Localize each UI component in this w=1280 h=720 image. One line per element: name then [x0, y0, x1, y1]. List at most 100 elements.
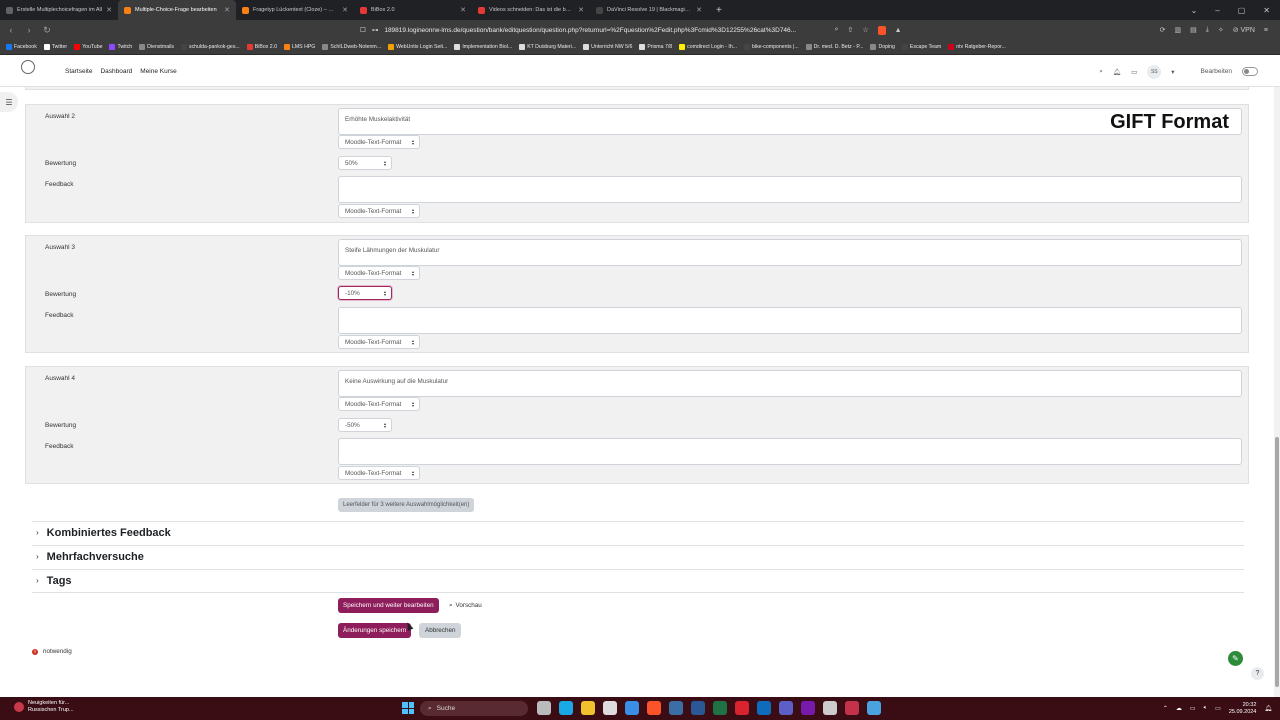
feedback-format-select[interactable]: Moodle-Text-Format: [338, 466, 420, 480]
maximize-icon[interactable]: ▢: [1238, 6, 1246, 15]
answer-text-editor[interactable]: Steife Lähmungen der Muskulatur: [338, 239, 1242, 266]
course-index-drawer-icon[interactable]: ☰: [0, 92, 18, 112]
answer-format-select[interactable]: Moodle-Text-Format: [338, 135, 420, 149]
bookmark-item[interactable]: ntv Ratgeber-Repor...: [948, 44, 1006, 50]
section-mehrfachversuche[interactable]: › Mehrfachversuche: [32, 545, 1244, 567]
zoom-icon[interactable]: ⌕: [835, 26, 839, 34]
nav-meine-kurse[interactable]: Meine Kurse: [140, 68, 177, 75]
volume-icon[interactable]: 🔈︎: [1204, 705, 1208, 712]
grade-select[interactable]: 50%: [338, 156, 392, 170]
answer-format-select[interactable]: Moodle-Text-Format: [338, 266, 420, 280]
menu-icon[interactable]: ≡: [1264, 27, 1268, 34]
word-icon[interactable]: [691, 701, 705, 715]
page-scrollbar[interactable]: [1274, 87, 1280, 697]
news-widget[interactable]: Neuigkeiten für... Russischen Trup...: [14, 700, 74, 714]
bookmark-page-icon[interactable]: ☐: [360, 26, 366, 34]
obs-icon[interactable]: [823, 701, 837, 715]
bookmark-item[interactable]: BiBox 2.0: [246, 44, 277, 50]
scrollbar-thumb[interactable]: [1275, 437, 1279, 687]
browser-tab[interactable]: Videos schneiden: Das ist die beste ✕: [472, 0, 590, 20]
bookmark-item[interactable]: bike-components |...: [744, 44, 799, 50]
windows-start-icon[interactable]: [402, 702, 414, 714]
bookmark-item[interactable]: Facebook: [6, 44, 37, 50]
bookmark-item[interactable]: YouTube: [74, 44, 102, 50]
browser-tab[interactable]: Fragetyp Lückentext (Cloze) – Moo ✕: [236, 0, 354, 20]
answer-text-editor[interactable]: Erhöhte Muskelaktivität GIFT Format: [338, 108, 1242, 135]
onenote-icon[interactable]: [801, 701, 815, 715]
photos-icon[interactable]: [603, 701, 617, 715]
minimize-icon[interactable]: –: [1215, 6, 1219, 15]
tab-search-icon[interactable]: ⌄: [1191, 6, 1198, 15]
messages-icon[interactable]: ▭: [1131, 68, 1137, 76]
davinci-icon[interactable]: [845, 701, 859, 715]
section-tags[interactable]: › Tags: [32, 569, 1244, 591]
extensions-icon[interactable]: ⟳: [1160, 26, 1166, 34]
star-icon[interactable]: ☆: [862, 26, 868, 34]
edit-mode-toggle[interactable]: [1242, 67, 1258, 76]
answer-text-editor[interactable]: Keine Auswirkung auf die Muskulatur: [338, 370, 1242, 397]
mail-icon[interactable]: [625, 701, 639, 715]
bookmark-item[interactable]: SchILDweb-Notenm...: [322, 44, 381, 50]
bookmark-item[interactable]: Twitter: [43, 44, 67, 50]
sidebar-icon[interactable]: ▥: [1174, 26, 1181, 34]
tab-close-icon[interactable]: ✕: [224, 6, 230, 14]
school-logo[interactable]: [8, 60, 48, 82]
excel-icon[interactable]: [713, 701, 727, 715]
grade-select[interactable]: -10%: [338, 286, 392, 300]
tray-chevron-icon[interactable]: ⌃: [1163, 705, 1168, 712]
section-kombiniertes-feedback[interactable]: › Kombiniertes Feedback: [32, 521, 1244, 543]
rewards-icon[interactable]: ▲: [895, 27, 902, 34]
bookmark-item[interactable]: Escape Team: [901, 44, 941, 50]
clock[interactable]: 20:32 25.09.2024: [1229, 702, 1257, 716]
wallet-icon[interactable]: ▤: [1190, 26, 1197, 34]
network-icon[interactable]: ▭: [1190, 705, 1196, 712]
bookmark-item[interactable]: Doping: [870, 44, 895, 50]
bookmark-item[interactable]: LMS HPG: [283, 44, 315, 50]
battery-icon[interactable]: ▭: [1215, 705, 1221, 712]
avatar[interactable]: SS: [1147, 64, 1162, 79]
bookmark-item[interactable]: Dr. med. D. Betz - P...: [805, 44, 863, 50]
app-icon[interactable]: [669, 701, 683, 715]
forward-icon[interactable]: ›: [22, 25, 36, 35]
bookmark-item[interactable]: Unterricht NW 5/6: [583, 44, 632, 50]
close-window-icon[interactable]: ✕: [1263, 6, 1270, 15]
edge-icon[interactable]: [559, 701, 573, 715]
tab-close-icon[interactable]: ✕: [460, 6, 466, 14]
browser-tab[interactable]: Erstelle Multiplechoicefragen im All ✕: [0, 0, 118, 20]
search-icon[interactable]: ⌕: [1099, 68, 1103, 76]
explorer-icon[interactable]: [581, 701, 595, 715]
acrobat-icon[interactable]: [735, 701, 749, 715]
user-menu-chevron-icon[interactable]: ▾: [1171, 68, 1174, 76]
share-icon[interactable]: ⇧: [847, 26, 853, 34]
tab-close-icon[interactable]: ✕: [106, 6, 112, 14]
bookmark-item[interactable]: Implementation Biol...: [454, 44, 512, 50]
add-blanks-button[interactable]: Leerfelder für 3 weitere Auswahlmöglichk…: [338, 498, 475, 512]
brave-icon[interactable]: [647, 701, 661, 715]
help-question-icon[interactable]: ?: [1251, 667, 1264, 680]
taskbar-search[interactable]: ⌕ Suche: [420, 701, 528, 716]
onedrive-icon[interactable]: ☁: [1176, 705, 1182, 712]
preview-link[interactable]: ⌕ Vorschau: [449, 598, 482, 613]
save-and-continue-button[interactable]: Speichern und weiter bearbeiten: [338, 598, 439, 613]
bookmark-item[interactable]: Twitch: [109, 44, 132, 50]
bookmark-item[interactable]: comdirect Login - Ih...: [679, 44, 737, 50]
feedback-editor[interactable]: [338, 307, 1242, 334]
brave-shield-icon[interactable]: [877, 25, 886, 35]
bookmark-item[interactable]: WebUntis Login Seit...: [388, 44, 447, 50]
site-info-icon[interactable]: ⊶: [372, 26, 379, 34]
pencil-edit-icon[interactable]: ✎: [1228, 651, 1243, 666]
tab-close-icon[interactable]: ✕: [696, 6, 702, 14]
new-tab-icon[interactable]: +: [708, 5, 730, 16]
outlook-icon[interactable]: [757, 701, 771, 715]
leo-icon[interactable]: ✧: [1218, 26, 1224, 34]
grade-select[interactable]: -50%: [338, 418, 392, 432]
bookmark-item[interactable]: Dienstmails: [139, 44, 174, 50]
browser-tab[interactable]: DaVinci Resolve 19 | Blackmagic De ✕: [590, 0, 708, 20]
feedback-format-select[interactable]: Moodle-Text-Format: [338, 204, 420, 218]
cancel-button[interactable]: Abbrechen: [419, 623, 462, 638]
back-icon[interactable]: ‹: [4, 25, 18, 35]
save-changes-button[interactable]: Änderungen speichern: [338, 623, 412, 638]
vpn-badge[interactable]: ⊘ VPN: [1233, 26, 1255, 34]
browser-tab[interactable]: BiBox 2.0 ✕: [354, 0, 472, 20]
downloads-icon[interactable]: ⤓: [1206, 26, 1209, 34]
